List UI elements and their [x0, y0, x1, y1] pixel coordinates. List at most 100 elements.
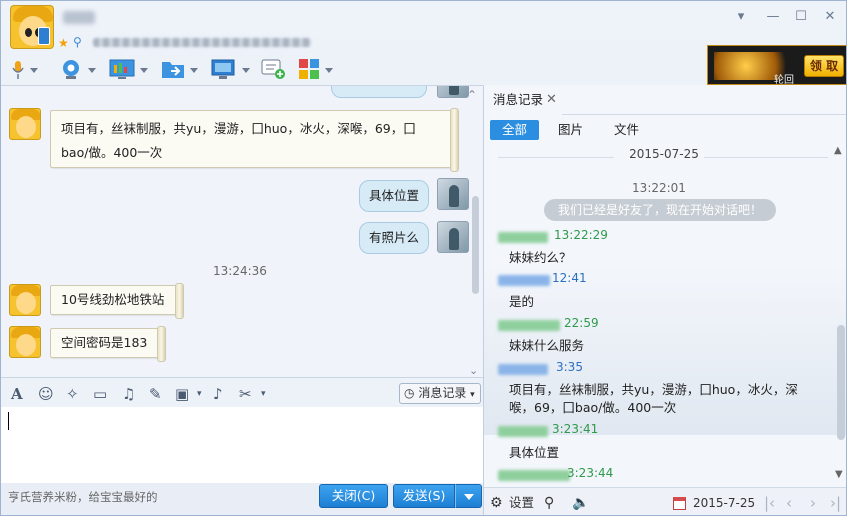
contact-toolbar: [1, 53, 701, 85]
image-icon[interactable]: ▣: [175, 385, 189, 403]
history-date: 2015-07-25: [629, 147, 699, 161]
history-footer-date: 2015-7-25: [693, 496, 756, 510]
chat-message-area[interactable]: ⌃ 项目有，丝袜制服，共yu，漫游，囗huo，冰火，深喉，69，囗bao/做。4…: [1, 85, 483, 377]
message-row: [9, 108, 41, 140]
scroll-up-icon[interactable]: ▲: [834, 145, 842, 156]
first-page-icon[interactable]: |‹: [764, 494, 775, 512]
star-icon: ★: [58, 36, 69, 50]
filter-files[interactable]: 文件: [602, 120, 651, 140]
contact-avatar-small[interactable]: [9, 108, 41, 140]
close-icon[interactable]: ✕: [546, 85, 557, 115]
scroll-down-icon[interactable]: ⌄: [469, 364, 478, 377]
gear-icon[interactable]: ⚙: [490, 495, 503, 511]
send-options-dropdown[interactable]: [455, 484, 482, 508]
screenshot-dropdown-icon[interactable]: ▾: [261, 385, 266, 403]
close-button[interactable]: 关闭(C): [319, 484, 388, 508]
chat-scrollbar[interactable]: [472, 196, 479, 294]
remote-desktop-icon: [211, 58, 237, 83]
qq-show-icon[interactable]: ⚲: [73, 35, 82, 49]
message-bubble: 有照片么: [359, 222, 430, 254]
calendar-icon[interactable]: [673, 497, 686, 510]
magic-icon[interactable]: ✧: [66, 385, 79, 403]
menu-icon[interactable]: ▾: [732, 9, 750, 25]
contact-avatar-small[interactable]: [9, 326, 41, 358]
app-center-button[interactable]: [298, 57, 333, 83]
video-call-button[interactable]: [59, 57, 96, 83]
history-button[interactable]: ◷ 消息记录 ▾: [399, 383, 481, 404]
history-message-text: 项目有，丝袜制服，共yu，漫游，囗huo，冰火，深喉，69，囗bao/做。400…: [509, 382, 798, 415]
ad-text[interactable]: 亨氏营养米粉，给宝宝最好的: [8, 489, 158, 505]
message-text: 项目有，丝袜制服，共yu，漫游，囗huo，冰火，深喉，69，囗bao/做。400…: [61, 121, 416, 160]
contact-avatar-small[interactable]: [9, 284, 41, 316]
history-timestamp: 3:35: [556, 360, 583, 374]
collapse-up-icon[interactable]: ⌃: [467, 88, 477, 102]
graffiti-icon[interactable]: ✎: [149, 385, 162, 403]
history-timestamp: 3:23:44: [567, 466, 614, 480]
input-toolbar: A ☺ ✧ ▭ ♫ ✎ ▣ ▾ ♪ ✂ ▾ ◷ 消息记录 ▾: [1, 377, 483, 407]
remote-desktop-button[interactable]: [211, 57, 250, 83]
history-timestamp: 3:23:41: [552, 422, 599, 436]
screen-share-button[interactable]: [109, 57, 148, 83]
webcam-icon: [59, 58, 83, 83]
voice-message-icon[interactable]: ♫: [122, 385, 135, 403]
send-button[interactable]: 发送(S): [393, 484, 455, 508]
claim-button[interactable]: 领 取: [804, 55, 844, 77]
sender-name-blurred: [498, 320, 560, 331]
history-timestamp: 13:22:29: [554, 228, 608, 242]
sender-name-blurred: [498, 364, 548, 375]
file-transfer-button[interactable]: [161, 57, 198, 83]
my-avatar: [437, 178, 469, 210]
sender-name-blurred: [498, 426, 548, 437]
history-message-text: 妹妹什么服务: [509, 338, 585, 353]
search-icon[interactable]: ⚲: [544, 495, 554, 511]
filter-images[interactable]: 图片: [546, 120, 595, 140]
speaker-icon[interactable]: 🔈: [572, 495, 589, 511]
filter-all[interactable]: 全部: [490, 120, 540, 140]
partial-message-bubble: [331, 86, 427, 98]
history-message-text: 是的: [509, 294, 535, 309]
screenshot-icon[interactable]: ✂: [239, 385, 252, 403]
history-scrollbar[interactable]: [837, 325, 845, 440]
image-dropdown-icon[interactable]: ▾: [197, 385, 202, 403]
chat-footer: 亨氏营养米粉，给宝宝最好的 关闭(C) 发送(S): [1, 483, 483, 515]
file-transfer-icon: [161, 58, 185, 83]
scroll-down-icon[interactable]: ▼: [835, 469, 843, 480]
next-page-icon[interactable]: ›: [810, 494, 816, 512]
history-tab-label: 消息记录: [493, 92, 544, 107]
message-text: 有照片么: [369, 230, 420, 245]
history-message-text: 具体位置: [509, 445, 560, 460]
chat-add-icon: [261, 58, 287, 83]
create-discussion-button[interactable]: [261, 57, 287, 83]
history-timestamp: 22:59: [564, 316, 599, 330]
mobile-online-icon: [38, 27, 50, 45]
prev-page-icon[interactable]: ‹: [786, 494, 792, 512]
my-avatar: [437, 86, 469, 98]
font-icon[interactable]: A: [11, 385, 23, 403]
minimize-icon[interactable]: —: [764, 9, 782, 25]
message-bubble: 项目有，丝袜制服，共yu，漫游，囗huo，冰火，深喉，69，囗bao/做。400…: [50, 108, 459, 172]
message-text: 10号线劲松地铁站: [61, 292, 165, 307]
settings-label[interactable]: 设置: [509, 495, 534, 511]
message-text: 具体位置: [369, 188, 420, 203]
close-icon[interactable]: ✕: [821, 9, 839, 25]
session-time: 13:22:01: [632, 181, 686, 195]
history-button-label: 消息记录: [418, 386, 467, 400]
maximize-icon[interactable]: ☐: [792, 9, 810, 25]
chat-window: ★ ⚲ ▾ — ☐ ✕ 轮回 领 取 ⌃ 项目有，丝袜制服，共yu，漫游，囗hu…: [0, 0, 847, 516]
emoji-icon[interactable]: ☺: [38, 385, 54, 403]
voice-call-button[interactable]: [11, 57, 38, 83]
message-input[interactable]: [1, 407, 483, 483]
history-footer: ⚙ 设置 ⚲ 🔈 2015-7-25 |‹ ‹ › ›|: [484, 487, 846, 515]
music-icon[interactable]: ♪: [213, 385, 223, 403]
banner-sub-label: 轮回: [774, 75, 794, 86]
my-avatar: [437, 221, 469, 253]
message-text: 空间密码是183: [61, 335, 148, 350]
apps-grid-icon: [298, 58, 320, 83]
text-caret: [8, 412, 9, 430]
last-page-icon[interactable]: ›|: [830, 494, 841, 512]
message-bubble: 具体位置: [359, 180, 430, 212]
shake-icon[interactable]: ▭: [93, 385, 107, 403]
history-panel: 消息记录 ✕ 全部 图片 文件 2015-07-25 ▲ 13:22:01 我们…: [483, 85, 846, 515]
clock-icon: ◷: [404, 386, 415, 400]
chevron-down-icon: ▾: [470, 390, 475, 400]
